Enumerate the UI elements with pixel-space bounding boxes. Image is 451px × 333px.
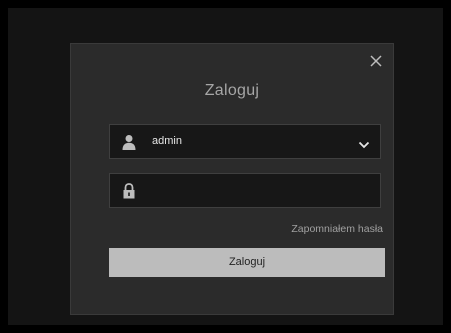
username-select[interactable]: admin — [109, 124, 381, 159]
user-icon — [122, 134, 136, 150]
login-button[interactable]: Zaloguj — [109, 248, 385, 277]
username-value: admin — [152, 135, 182, 147]
close-icon[interactable] — [369, 54, 383, 68]
password-input[interactable] — [146, 174, 374, 207]
login-dialog: Zaloguj admin Zapomniałem hasła Zaloguj — [70, 43, 394, 315]
dialog-title: Zaloguj — [204, 82, 260, 99]
forgot-password-link[interactable]: Zapomniałem hasła — [291, 223, 383, 235]
screen-frame: Zaloguj admin Zapomniałem hasła Zaloguj — [8, 8, 443, 325]
lock-icon — [122, 183, 136, 199]
chevron-down-icon[interactable] — [358, 137, 370, 149]
password-field[interactable] — [109, 173, 381, 208]
